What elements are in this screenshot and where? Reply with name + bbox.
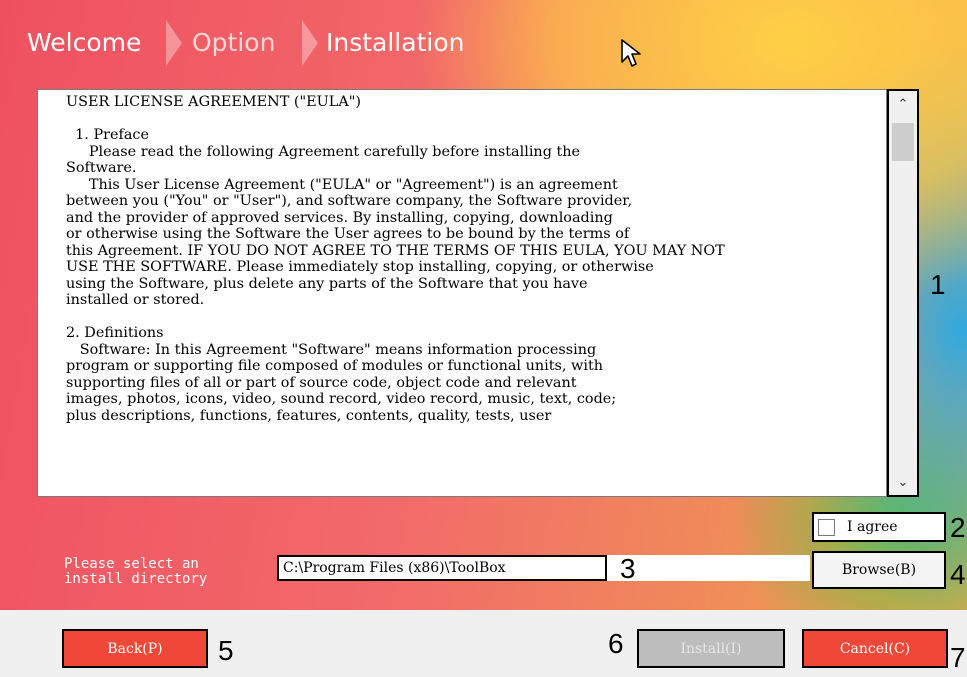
mouse-pointer-icon [621,39,641,67]
step-installation: Installation [326,28,465,57]
install-path-input[interactable]: C:\Program Files (x86)\ToolBox [277,555,607,581]
annotation-label-3: 3 [620,553,636,584]
eula-scrollbar[interactable]: ⌃ ⌄ [887,89,919,497]
path-input-extension[interactable] [605,555,810,581]
agree-checkbox-area[interactable]: I agree [812,512,946,542]
annotation-label-6: 6 [608,628,624,659]
browse-button[interactable]: Browse(B) [812,551,946,589]
step-chevron-icon [302,20,318,66]
installer-window: Welcome Option Installation USER LICENSE… [0,0,967,677]
back-button[interactable]: Back(P) [62,629,208,668]
eula-text: USER LICENSE AGREEMENT ("EULA") 1. Prefa… [66,94,725,424]
eula-text-area[interactable]: USER LICENSE AGREEMENT ("EULA") 1. Prefa… [37,89,887,497]
annotation-label-1: 1 [930,269,946,300]
scrollbar-thumb[interactable] [892,123,914,161]
install-path-value: C:\Program Files (x86)\ToolBox [283,560,506,576]
agree-checkbox[interactable] [818,518,835,536]
step-chevron-icon [166,20,182,66]
scroll-down-arrow-icon[interactable]: ⌄ [889,469,917,495]
annotation-label-4: 4 [950,559,966,590]
scroll-up-arrow-icon[interactable]: ⌃ [889,91,917,117]
agree-label: I agree [847,519,898,535]
step-welcome: Welcome [27,28,142,57]
annotation-label-5: 5 [218,635,234,666]
install-button[interactable]: Install(I) [637,629,785,668]
annotation-label-2: 2 [950,512,966,543]
cancel-button[interactable]: Cancel(C) [802,629,948,668]
annotation-label-7: 7 [950,642,966,673]
step-option: Option [192,28,276,57]
install-directory-label: Please select an install directory [64,556,208,587]
